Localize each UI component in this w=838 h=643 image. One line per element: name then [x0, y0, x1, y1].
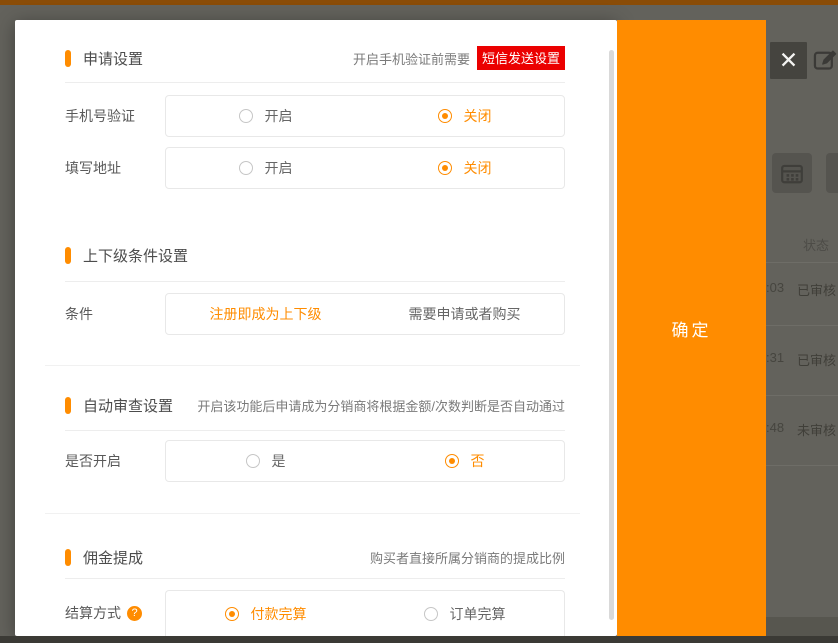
- row-label-text: 结算方式: [65, 603, 121, 623]
- section-note: 开启手机验证前需要: [353, 49, 470, 68]
- radio-option-settle-on-order[interactable]: 订单完算: [365, 604, 564, 624]
- table-row-status: 已审核: [797, 350, 836, 369]
- modal-scrollbar-thumb[interactable]: [609, 50, 614, 620]
- radio-icon-selected[interactable]: [438, 161, 452, 175]
- row-label: 是否开启: [65, 451, 165, 471]
- radio-icon[interactable]: [246, 454, 260, 468]
- table-divider: [766, 325, 838, 326]
- section-title: 佣金提成: [83, 547, 143, 568]
- section-marker-bar: [65, 549, 71, 566]
- background-button-partial: [826, 153, 838, 193]
- radio-label[interactable]: 开启: [265, 158, 293, 178]
- radio-icon[interactable]: [239, 161, 253, 175]
- radio-label[interactable]: 否: [471, 451, 485, 471]
- option-group: 注册即成为上下级 需要申请或者购买: [165, 293, 565, 335]
- radio-icon-selected[interactable]: [438, 109, 452, 123]
- background-page-content: ✕ 状态 :03 已审核 :31 已审核 :48 未审核: [766, 5, 838, 636]
- radio-label[interactable]: 关闭: [464, 106, 492, 126]
- radio-label[interactable]: 订单完算: [450, 604, 506, 624]
- row-condition: 条件 注册即成为上下级 需要申请或者购买: [65, 293, 565, 335]
- radio-icon[interactable]: [239, 109, 253, 123]
- radio-option-on[interactable]: 开启: [166, 158, 365, 178]
- section-header-commission: 佣金提成 购买者直接所属分销商的提成比例: [65, 547, 565, 567]
- row-label: 条件: [65, 304, 165, 324]
- section-marker-bar: [65, 247, 71, 264]
- section-title: 申请设置: [83, 48, 143, 69]
- table-divider: [766, 395, 838, 396]
- edit-icon[interactable]: [811, 46, 838, 73]
- background-page-header-strip: [0, 0, 838, 5]
- section-title: 自动审查设置: [83, 395, 173, 416]
- row-fill-address: 填写地址 开启 关闭: [65, 147, 565, 189]
- background-bottom-strip: [0, 636, 838, 643]
- divider: [65, 281, 565, 282]
- radio-option-yes[interactable]: 是: [166, 451, 365, 471]
- settings-modal: 申请设置 开启手机验证前需要 短信发送设置 手机号验证 开启 关闭 填写地址: [15, 20, 617, 636]
- radio-label[interactable]: 关闭: [464, 158, 492, 178]
- table-divider: [766, 262, 838, 263]
- divider: [65, 578, 565, 579]
- section-note: 开启该功能后申请成为分销商将根据金额/次数判断是否自动通过: [197, 396, 565, 415]
- section-header-auto-review: 自动审查设置 开启该功能后申请成为分销商将根据金额/次数判断是否自动通过: [65, 395, 565, 415]
- close-icon: ✕: [779, 49, 798, 72]
- row-label: 结算方式 ?: [65, 603, 165, 623]
- section-header-hierarchy-condition: 上下级条件设置: [65, 245, 565, 265]
- row-auto-review-enabled: 是否开启 是 否: [65, 440, 565, 482]
- divider: [65, 82, 565, 83]
- radio-icon-selected[interactable]: [445, 454, 459, 468]
- row-phone-verification: 手机号验证 开启 关闭: [65, 95, 565, 137]
- row-label: 填写地址: [65, 158, 165, 178]
- radio-group: 是 否: [165, 440, 565, 482]
- help-icon[interactable]: ?: [127, 606, 142, 621]
- section-note: 购买者直接所属分销商的提成比例: [370, 548, 565, 567]
- section-title: 上下级条件设置: [83, 245, 188, 266]
- table-header-status: 状态: [803, 235, 829, 254]
- radio-icon[interactable]: [424, 607, 438, 621]
- table-row-status: 已审核: [797, 280, 836, 299]
- divider: [65, 430, 565, 431]
- radio-option-settle-on-payment[interactable]: 付款完算: [166, 604, 365, 624]
- radio-group: 付款完算 订单完算: [165, 590, 565, 636]
- confirm-button-label: 确定: [672, 316, 712, 341]
- radio-group: 开启 关闭: [165, 147, 565, 189]
- section-separator: [45, 513, 580, 514]
- calendar-icon: [780, 161, 804, 185]
- table-divider: [766, 465, 838, 466]
- section-header-application-settings: 申请设置 开启手机验证前需要 短信发送设置: [65, 48, 565, 68]
- section-separator: [45, 365, 580, 366]
- radio-label[interactable]: 付款完算: [251, 604, 307, 624]
- row-label: 手机号验证: [65, 106, 165, 126]
- table-row-status: 未审核: [797, 420, 836, 439]
- option-register-becomes-hierarchy[interactable]: 注册即成为上下级: [166, 304, 365, 324]
- option-need-apply-or-purchase[interactable]: 需要申请或者购买: [365, 304, 564, 324]
- section-marker-bar: [65, 50, 71, 67]
- table-row-time: :31: [766, 350, 784, 365]
- radio-icon-selected[interactable]: [225, 607, 239, 621]
- radio-label[interactable]: 是: [272, 451, 286, 471]
- calendar-button[interactable]: [772, 153, 812, 193]
- confirm-button[interactable]: 确定: [617, 20, 766, 636]
- radio-option-on[interactable]: 开启: [166, 106, 365, 126]
- radio-option-no[interactable]: 否: [365, 451, 564, 471]
- sms-settings-link[interactable]: 短信发送设置: [477, 46, 565, 70]
- table-row-time: :03: [766, 280, 784, 295]
- background-footer-band: [766, 617, 838, 636]
- radio-option-off[interactable]: 关闭: [365, 106, 564, 126]
- table-row-time: :48: [766, 420, 784, 435]
- section-marker-bar: [65, 397, 71, 414]
- radio-label[interactable]: 开启: [265, 106, 293, 126]
- radio-group: 开启 关闭: [165, 95, 565, 137]
- close-button[interactable]: ✕: [770, 42, 807, 79]
- radio-option-off[interactable]: 关闭: [365, 158, 564, 178]
- row-settlement-method: 结算方式 ? 付款完算 订单完算: [65, 590, 565, 636]
